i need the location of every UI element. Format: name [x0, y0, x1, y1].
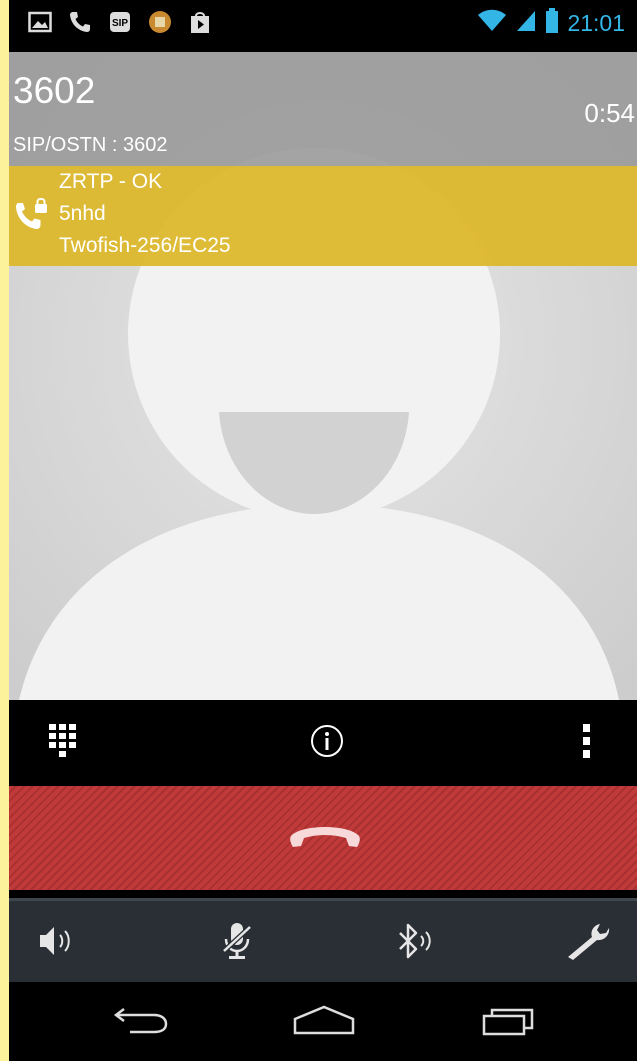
- system-nav-bar: [9, 982, 637, 1061]
- call-info-area: 3602 0:54 SIP/OSTN : 3602 ZRTP - OK 5nhd…: [9, 52, 637, 700]
- in-call-toolbar: [9, 898, 637, 985]
- speaker-button[interactable]: [33, 921, 83, 965]
- sip-app-icon: SIP: [107, 9, 133, 35]
- picture-icon: [27, 9, 53, 35]
- dialpad-button[interactable]: [41, 721, 85, 765]
- zrtp-sas-code: 5nhd: [59, 202, 106, 225]
- play-store-icon: [187, 9, 213, 35]
- in-call-action-bar: [9, 703, 637, 782]
- back-icon: [110, 1005, 170, 1040]
- info-icon: [310, 724, 344, 763]
- battery-icon: [545, 8, 559, 39]
- sip-account-label: SIP/OSTN : 3602: [13, 134, 168, 156]
- status-bar: SIP 21:01: [9, 0, 637, 46]
- home-icon: [291, 1005, 357, 1040]
- call-info-button[interactable]: [305, 721, 349, 765]
- caller-number: 3602: [13, 70, 96, 111]
- svg-text:SIP: SIP: [112, 18, 128, 29]
- phone-screen: SIP 21:01 3602 0:54 SIP/OSTN: 3602 ZRTP…: [9, 0, 637, 1061]
- home-button[interactable]: [289, 1000, 359, 1044]
- status-clock: 21:01: [567, 10, 625, 36]
- bluetooth-icon: [394, 921, 434, 966]
- signal-icon: [515, 9, 537, 38]
- call-header: 3602 0:54 SIP/OSTN : 3602: [9, 52, 637, 167]
- zrtp-cipher: Twofish-256/EC25: [59, 234, 231, 257]
- overflow-menu-button[interactable]: [565, 721, 609, 765]
- end-call-button[interactable]: [9, 786, 637, 890]
- zrtp-status: ZRTP - OK: [59, 170, 163, 193]
- settings-button[interactable]: [563, 921, 613, 965]
- speaker-icon: [36, 923, 80, 964]
- dialpad-icon: [48, 723, 78, 764]
- app-icon: [147, 9, 173, 35]
- secure-call-icon: [13, 197, 51, 234]
- back-button[interactable]: [105, 1000, 175, 1044]
- call-duration: 0:54: [584, 98, 635, 128]
- phone-icon: [67, 9, 93, 35]
- recent-apps-icon: [480, 1004, 540, 1041]
- settings-wrench-icon: [564, 921, 612, 966]
- recent-apps-button[interactable]: [475, 1000, 545, 1044]
- bluetooth-button[interactable]: [389, 921, 439, 965]
- zrtp-banner[interactable]: ZRTP - OK 5nhd Twofish-256/EC25: [9, 166, 637, 266]
- wifi-icon: [477, 9, 507, 38]
- mute-mic-icon: [220, 921, 256, 966]
- overflow-menu-icon: [582, 723, 592, 764]
- hangup-icon: [287, 822, 363, 859]
- mute-button[interactable]: [213, 921, 263, 965]
